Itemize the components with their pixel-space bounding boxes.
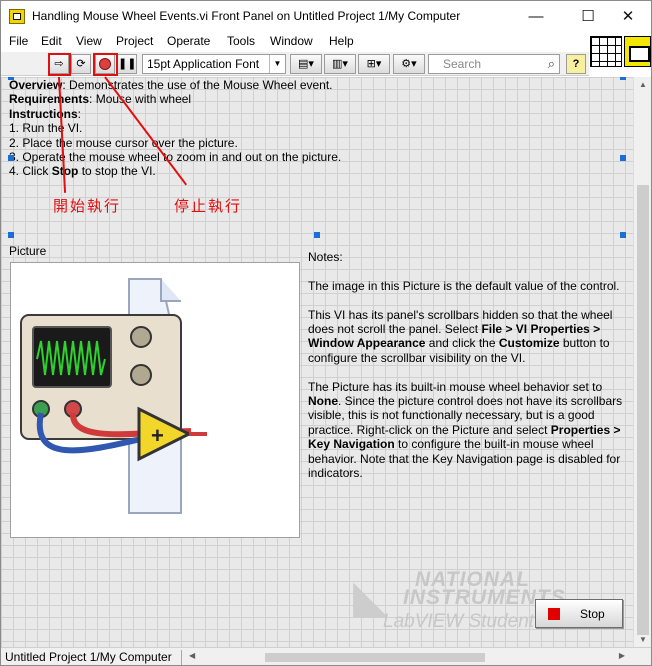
project-path-label: Untitled Project 1/My Computer	[5, 650, 172, 664]
horizontal-scrollbar[interactable]: ◀ ▶	[187, 651, 627, 664]
stop-button-label: Stop	[580, 607, 605, 621]
instruction-step: 3. Operate the mouse wheel to zoom in an…	[9, 150, 342, 165]
step4-prefix: 4. Click	[9, 164, 52, 179]
vi-icon[interactable]	[624, 36, 651, 67]
window-title: Handling Mouse Wheel Events.vi Front Pan…	[32, 9, 461, 23]
stop-icon	[548, 608, 560, 620]
notes-paragraph-3: The Picture has its built-in mouse wheel…	[308, 380, 630, 481]
notes-text-run: and click the	[425, 336, 499, 351]
notes-text-run: The Picture has its built-in mouse wheel…	[308, 379, 603, 394]
font-select-value: 15pt Application Font	[147, 57, 260, 71]
scroll-down-icon[interactable]: ▼	[634, 635, 651, 644]
close-button[interactable]: ✕	[605, 1, 651, 32]
menu-help[interactable]: Help	[329, 34, 354, 48]
run-button-highlight	[48, 53, 71, 76]
selection-handle[interactable]	[620, 77, 626, 80]
instruction-step: 2. Place the mouse cursor over the pictu…	[9, 135, 238, 150]
picture-label: Picture	[9, 244, 47, 258]
reorder-button[interactable]: ⚙▾	[393, 54, 425, 74]
vertical-scroll-thumb[interactable]	[637, 185, 649, 635]
notes-paragraph-2: This VI has its panel's scrollbars hidde…	[308, 308, 630, 366]
overview-label: Overview	[9, 78, 63, 92]
connector-pane-icon[interactable]	[590, 36, 622, 67]
title-bar: Handling Mouse Wheel Events.vi Front Pan…	[1, 1, 651, 32]
picture-control[interactable]: +	[10, 262, 300, 538]
menu-project[interactable]: Project	[116, 34, 153, 48]
menu-tools[interactable]: Tools	[227, 34, 255, 48]
notes-bold-run: Customize	[498, 336, 560, 351]
run-annotation-label: 開始執行	[53, 197, 122, 215]
scroll-left-icon[interactable]: ◀	[189, 651, 195, 660]
selection-handle[interactable]	[8, 155, 14, 161]
menu-edit[interactable]: Edit	[41, 34, 62, 48]
oscilloscope-picture-icon: +	[20, 278, 207, 514]
status-divider	[181, 650, 182, 665]
menu-file[interactable]: File	[9, 34, 28, 48]
instructions-text: Overview: Demonstrates the use of the Mo…	[9, 78, 624, 179]
pause-button[interactable]: ❚❚	[117, 54, 137, 74]
resize-objects-button[interactable]: ⊞▾	[358, 54, 390, 74]
menu-view[interactable]: View	[76, 34, 102, 48]
notes-bold-run: None	[308, 394, 338, 409]
scroll-up-icon[interactable]: ▲	[634, 80, 651, 89]
menu-operate[interactable]: Operate	[167, 34, 210, 48]
abort-button-highlight	[93, 53, 118, 76]
requirements-label: Requirements	[9, 92, 90, 107]
scroll-right-icon[interactable]: ▶	[619, 651, 625, 660]
svg-text:+: +	[151, 423, 164, 448]
align-objects-button[interactable]: ▤▾	[290, 54, 322, 74]
vertical-scrollbar[interactable]: ▲ ▼	[633, 77, 651, 647]
labview-front-panel-window: Handling Mouse Wheel Events.vi Front Pan…	[0, 0, 652, 666]
search-placeholder: Search	[443, 57, 482, 71]
overview-text: : Demonstrates the use of the Mouse Whee…	[62, 78, 333, 92]
menu-bar: File Edit View Project Operate Tools Win…	[1, 32, 586, 52]
horizontal-scroll-thumb[interactable]	[265, 653, 485, 662]
notes-paragraph-1: The image in this Picture is the default…	[308, 278, 620, 293]
distribute-objects-button[interactable]: ▥▾	[324, 54, 356, 74]
notes-text: Notes: The image in this Picture is the …	[308, 250, 630, 495]
selection-handle[interactable]	[620, 155, 626, 161]
instruction-step: 1. Run the VI.	[9, 121, 83, 136]
requirements-text: : Mouse with wheel	[89, 92, 192, 107]
abort-annotation-label: 停止執行	[174, 197, 243, 215]
notes-title: Notes:	[308, 250, 343, 264]
front-panel[interactable]: Overview: Demonstrates the use of the Mo…	[1, 77, 633, 647]
chevron-down-icon: ▼	[269, 55, 285, 73]
context-help-button[interactable]: ?	[566, 54, 586, 74]
selection-handle[interactable]	[314, 232, 320, 238]
run-continuously-button[interactable]: ⟳	[71, 54, 91, 74]
selection-handle[interactable]	[620, 232, 626, 238]
step4-suffix: to stop the VI.	[78, 164, 156, 179]
labview-app-icon[interactable]	[9, 9, 25, 24]
menu-window[interactable]: Window	[270, 34, 313, 48]
search-input[interactable]: Search ⌕	[428, 54, 560, 74]
minimize-button[interactable]: —	[513, 1, 559, 32]
toolbar: ⇨ ⟳ ❚❚ 15pt Application Font ▼ ▤▾ ▥▾ ⊞▾ …	[1, 52, 589, 76]
selection-handle[interactable]	[8, 77, 14, 80]
instructions-label: Instructions	[9, 106, 78, 121]
search-icon: ⌕	[547, 56, 555, 71]
status-bar: Untitled Project 1/My Computer ◀ ▶	[1, 647, 651, 665]
selection-handle[interactable]	[8, 232, 14, 238]
text-settings-dropdown[interactable]: 15pt Application Font ▼	[142, 54, 286, 74]
instructions-colon: :	[77, 106, 82, 121]
stop-button[interactable]: Stop	[535, 599, 623, 628]
